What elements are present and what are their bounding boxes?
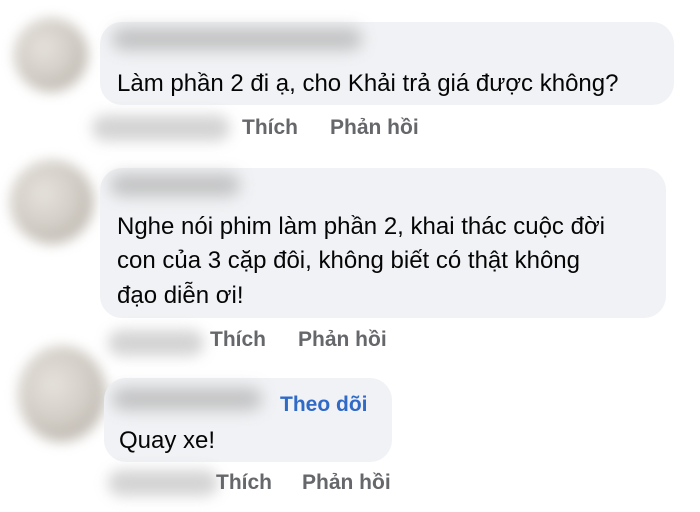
reply-button[interactable]: Phản hồi — [330, 116, 419, 140]
commenter-avatar[interactable] — [14, 18, 88, 92]
comment-text: Quay xe! — [119, 427, 216, 454]
commenter-avatar[interactable] — [10, 160, 94, 244]
like-button[interactable]: Thích — [242, 116, 298, 140]
commenter-name-redacted[interactable] — [112, 388, 262, 410]
like-button[interactable]: Thích — [210, 328, 266, 352]
comment-timestamp-redacted[interactable] — [108, 330, 204, 356]
comment-timestamp-redacted[interactable] — [108, 470, 218, 496]
reply-button[interactable]: Phản hồi — [302, 471, 391, 495]
like-button[interactable]: Thích — [216, 471, 272, 495]
reply-button[interactable]: Phản hồi — [298, 328, 387, 352]
comment-text: đạo diễn ơi! — [117, 282, 244, 309]
commenter-avatar[interactable] — [18, 346, 106, 442]
commenter-name-redacted[interactable] — [110, 174, 240, 196]
comment-text: con của 3 cặp đôi, không biết có thật kh… — [117, 247, 580, 274]
comment-timestamp-redacted[interactable] — [92, 115, 230, 141]
commenter-name-redacted[interactable] — [112, 28, 362, 50]
follow-button[interactable]: Theo dõi — [280, 393, 368, 417]
comment-text: Nghe nói phim làm phần 2, khai thác cuộc… — [117, 213, 606, 240]
comment-text: Làm phần 2 đi ạ, cho Khải trả giá được k… — [117, 70, 619, 97]
